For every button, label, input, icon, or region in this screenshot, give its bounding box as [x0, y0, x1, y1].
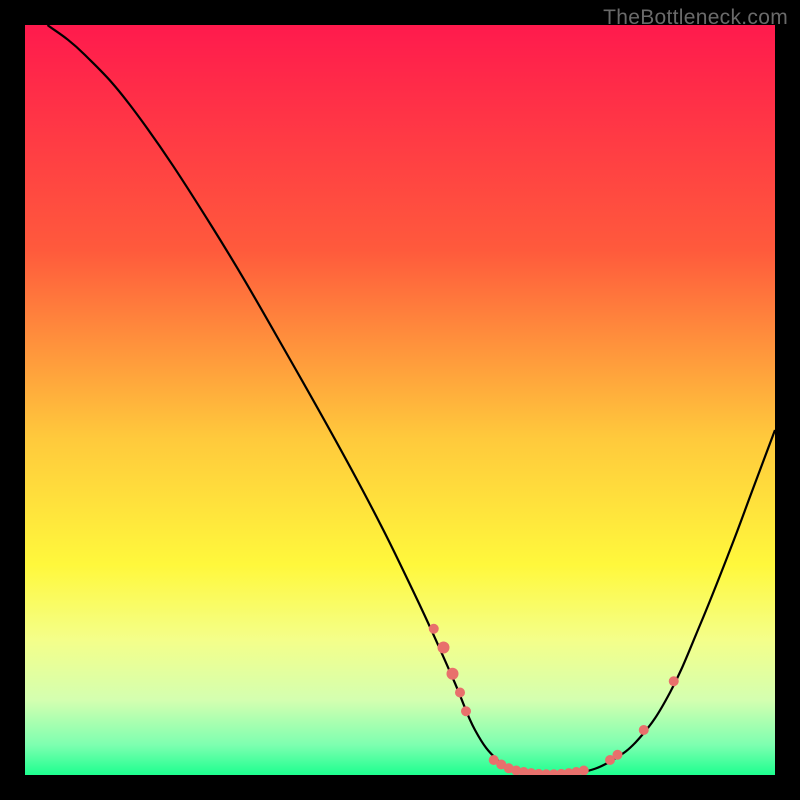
marker-dot — [447, 668, 459, 680]
marker-dot — [639, 725, 649, 735]
marker-dot — [613, 750, 623, 760]
chart-plot-area — [25, 25, 775, 775]
marker-dot — [455, 688, 465, 698]
marker-dots-group — [429, 624, 679, 775]
chart-curve-layer — [25, 25, 775, 775]
marker-dot — [669, 676, 679, 686]
marker-dot — [429, 624, 439, 634]
marker-dot — [461, 706, 471, 716]
watermark-text: TheBottleneck.com — [603, 6, 788, 30]
marker-dot — [438, 642, 450, 654]
marker-dot — [579, 766, 589, 776]
bottleneck-curve-path — [48, 25, 776, 775]
